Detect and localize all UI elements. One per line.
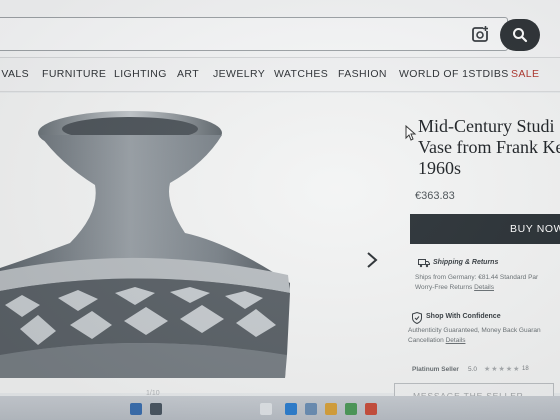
truck-icon <box>418 259 430 268</box>
camera-search-icon[interactable] <box>470 24 490 44</box>
buy-now-label: BUY NOW <box>510 223 560 235</box>
category-nav: IVALS FURNITURE LIGHTING ART JEWELRY WAT… <box>0 58 560 92</box>
cancellation-details-link[interactable]: Details <box>446 337 466 344</box>
product-price: €363.83 <box>415 190 455 202</box>
nav-item-jewelry[interactable]: JEWELRY <box>213 68 265 80</box>
chevron-right-icon[interactable] <box>365 250 379 270</box>
search-button[interactable] <box>500 19 540 51</box>
taskbar-app-icon[interactable] <box>365 403 377 415</box>
nav-item-lighting[interactable]: LIGHTING <box>114 68 167 80</box>
returns-line: Worry-Free Returns Details <box>415 284 494 291</box>
taskbar-app-icon[interactable] <box>130 403 142 415</box>
product-title-line: Mid-Century Studi <box>418 116 555 136</box>
returns-text: Worry-Free Returns <box>415 284 473 291</box>
taskbar-app-icon[interactable] <box>260 403 272 415</box>
cancellation-text: Cancellation <box>408 337 444 344</box>
cancellation-line: Cancellation Details <box>408 337 465 344</box>
product-title: Mid-Century Studi Vase from Frank Ke 196… <box>418 116 560 179</box>
taskbar-app-icon[interactable] <box>345 403 357 415</box>
taskbar-app-icon[interactable] <box>305 403 317 415</box>
buy-now-button[interactable]: BUY NOW <box>410 214 560 244</box>
confidence-heading: Shop With Confidence <box>426 313 501 320</box>
nav-item-fashion[interactable]: FASHION <box>338 68 387 80</box>
taskbar-app-icon[interactable] <box>150 403 162 415</box>
shipping-heading: Shipping & Returns <box>433 259 499 266</box>
site-header <box>0 0 560 58</box>
authenticity-line: Authenticity Guaranteed, Money Back Guar… <box>408 327 541 334</box>
shield-check-icon <box>412 312 422 324</box>
nav-item-sale[interactable]: SALE <box>511 68 539 80</box>
returns-details-link[interactable]: Details <box>474 284 494 291</box>
seller-rating-stars: ★★★★★ <box>484 366 521 373</box>
product-title-line: 1960s <box>418 158 462 178</box>
nav-item-world-of-1stdibs[interactable]: WORLD OF 1STDIBS <box>399 68 509 80</box>
mouse-cursor-icon <box>405 125 417 141</box>
seller-tier-label: Platinum Seller <box>412 366 459 373</box>
search-input[interactable] <box>0 17 508 51</box>
nav-item-furniture[interactable]: FURNITURE <box>42 68 106 80</box>
os-taskbar <box>0 396 560 420</box>
nav-item-watches[interactable]: WATCHES <box>274 68 328 80</box>
taskbar-app-icon[interactable] <box>285 403 297 415</box>
nav-item-festivals[interactable]: IVALS <box>0 68 29 80</box>
seller-review-count[interactable]: 18 <box>522 366 529 372</box>
product-title-line: Vase from Frank Ke <box>418 137 560 157</box>
product-image[interactable] <box>0 93 385 393</box>
search-icon <box>513 28 528 43</box>
shipping-cost-line: Ships from Germany: €81.44 Standard Par <box>415 274 539 281</box>
taskbar-app-icon[interactable] <box>325 403 337 415</box>
seller-rating-score: 5.0 <box>468 366 478 373</box>
nav-item-art[interactable]: ART <box>177 68 199 80</box>
